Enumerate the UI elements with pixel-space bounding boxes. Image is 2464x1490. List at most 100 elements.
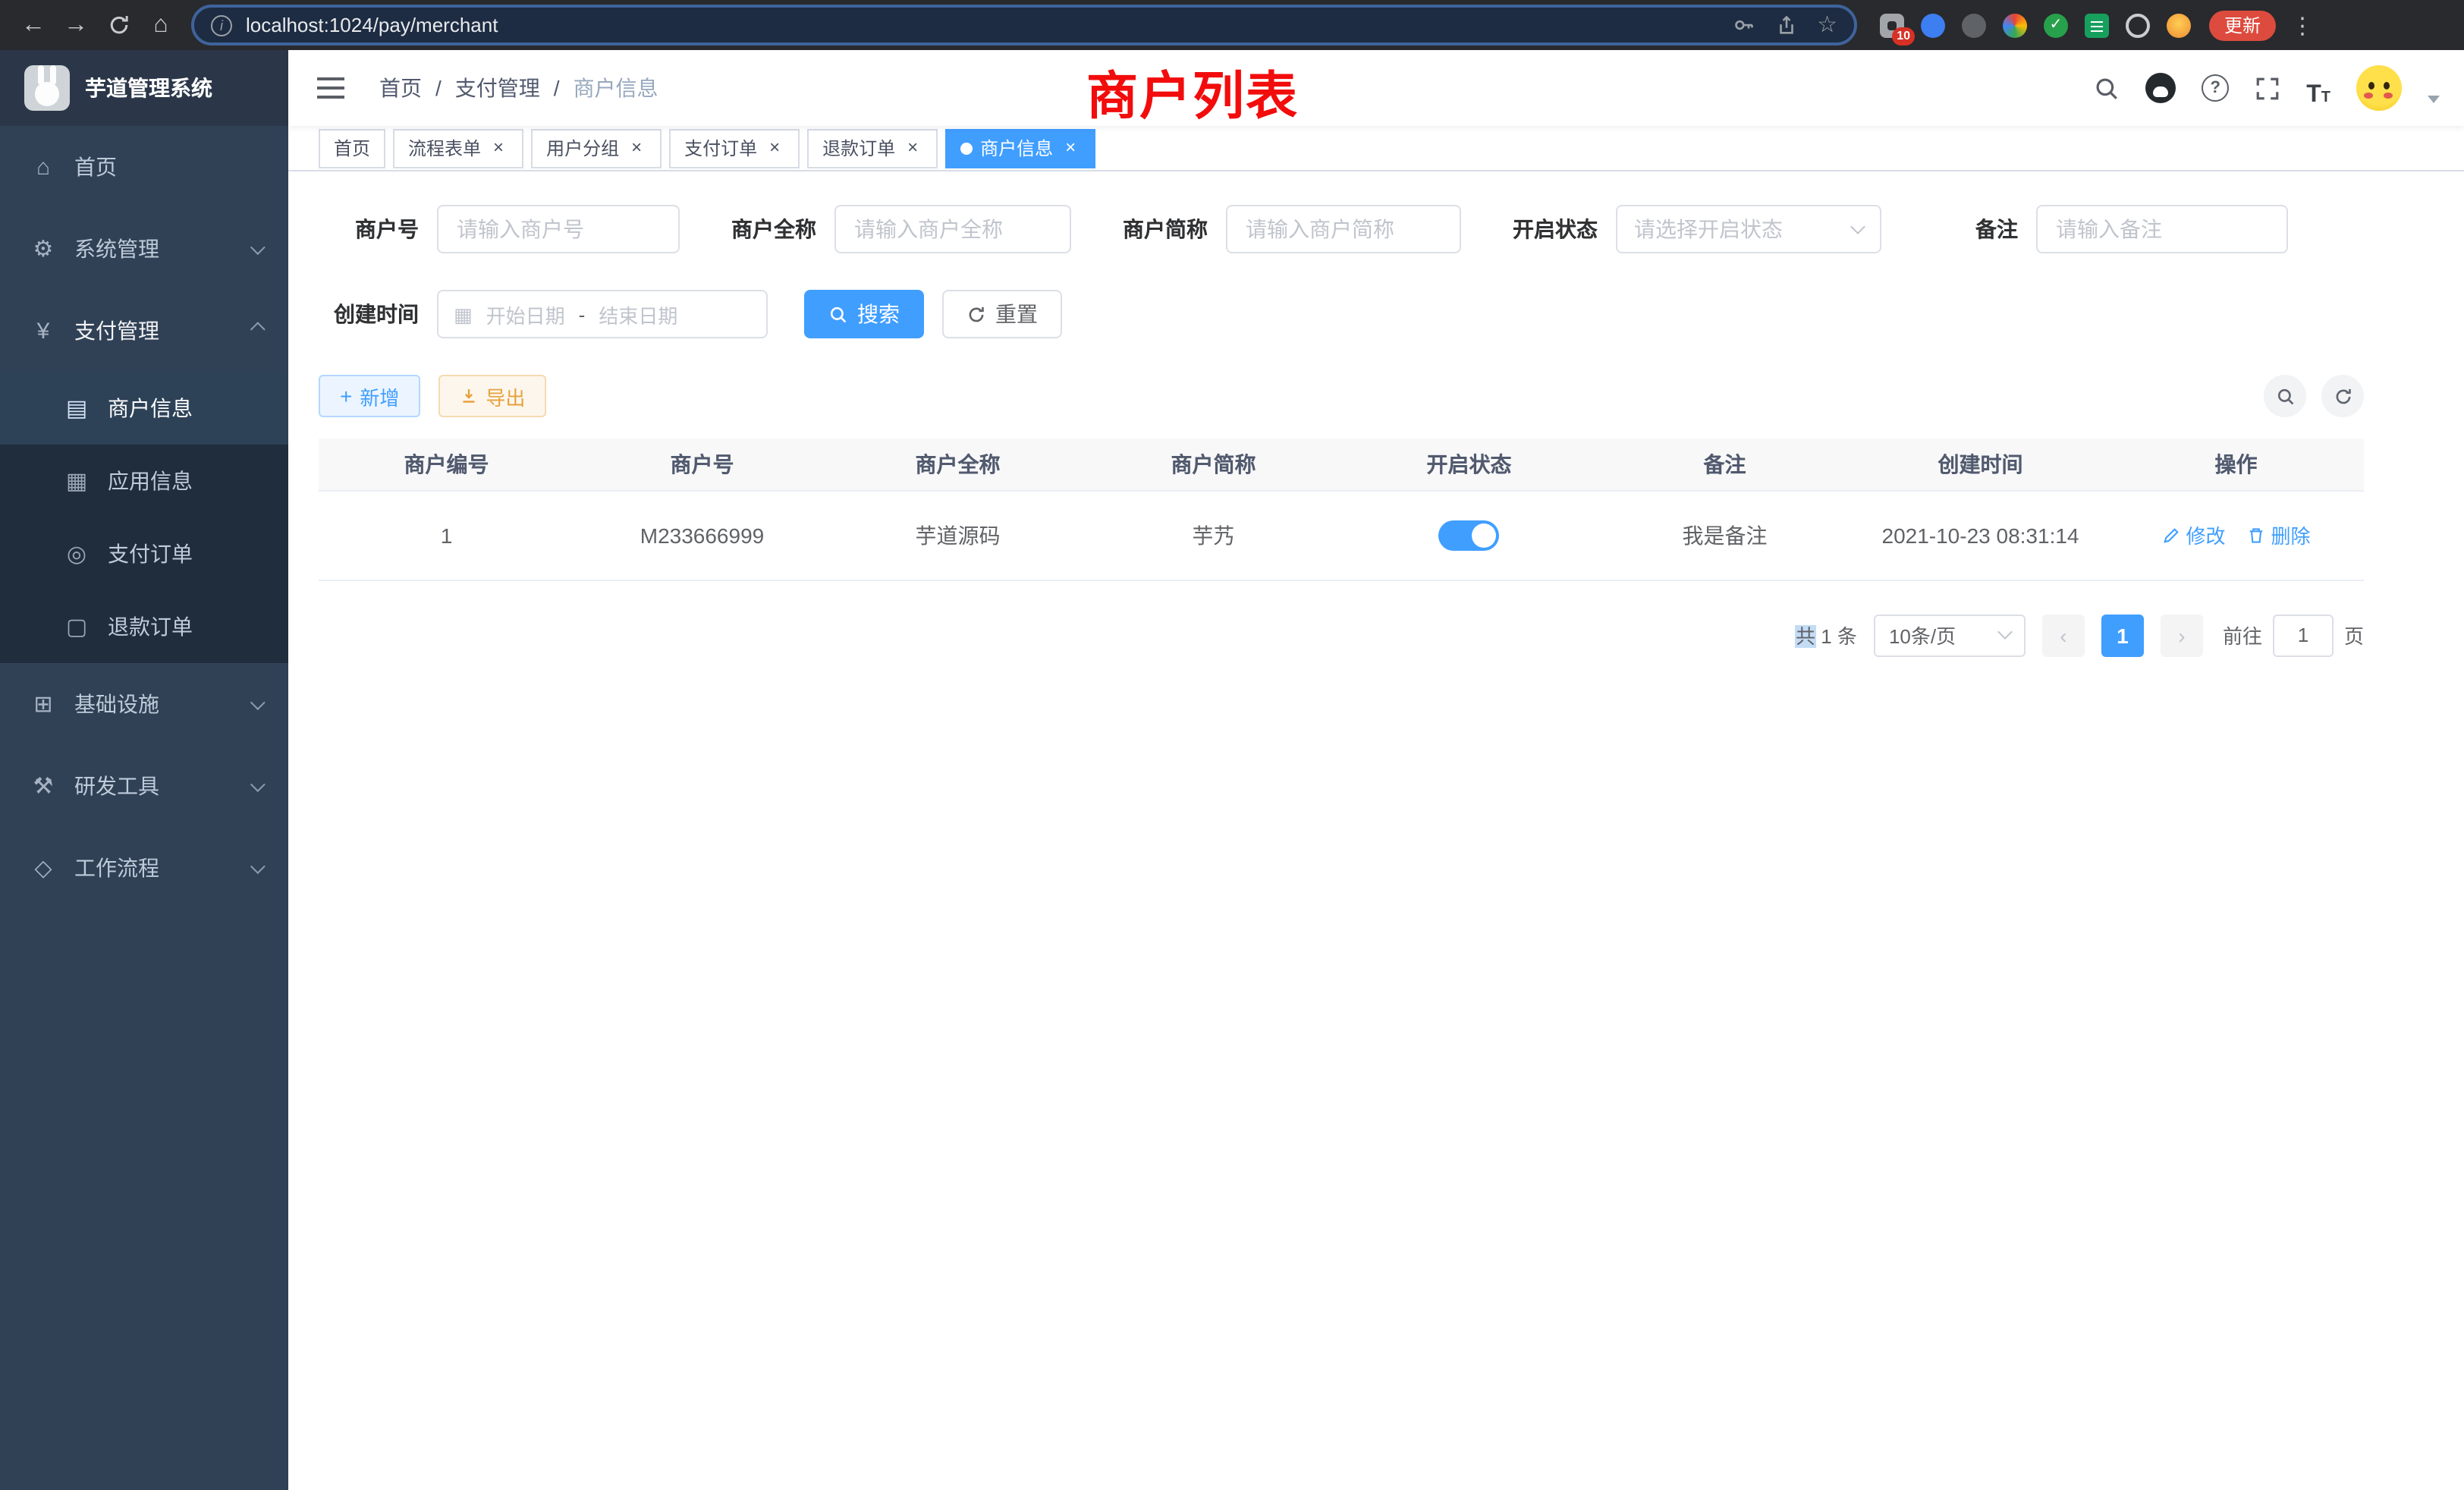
- sidebar-item-dev-tools[interactable]: ⚒ 研发工具: [0, 745, 288, 827]
- sidebar-item-refund-orders[interactable]: ▢ 退款订单: [0, 590, 288, 663]
- extension-knot-icon[interactable]: [2126, 13, 2150, 37]
- close-icon[interactable]: ×: [765, 138, 784, 158]
- reload-button[interactable]: [97, 4, 140, 46]
- app-logo[interactable]: 芋道管理系统: [0, 50, 288, 126]
- short-name-input[interactable]: [1226, 205, 1461, 253]
- prev-page-button[interactable]: ‹: [2042, 614, 2085, 656]
- grid-icon: ▦: [64, 467, 90, 495]
- status-select[interactable]: 请选择开启状态: [1616, 205, 1881, 253]
- page-size-select[interactable]: 10条/页: [1874, 614, 2026, 656]
- github-icon[interactable]: [2145, 68, 2176, 108]
- font-size-icon[interactable]: TT: [2306, 68, 2330, 108]
- tab-process-form[interactable]: 流程表单 ×: [393, 128, 523, 168]
- profile-avatar[interactable]: [2167, 13, 2191, 37]
- create-time-label: 创建时间: [319, 299, 419, 329]
- extension-gray-icon[interactable]: [1962, 13, 1986, 37]
- select-placeholder: 请选择开启状态: [1634, 214, 1783, 244]
- toggle-search-button[interactable]: [2264, 375, 2306, 417]
- update-button[interactable]: 更新: [2209, 10, 2276, 40]
- sidebar-item-label: 系统管理: [74, 234, 232, 264]
- app-frame: 芋道管理系统 ⌂ 首页 ⚙ 系统管理 ¥ 支付管理 ▤ 商户信息: [0, 50, 2464, 1490]
- gear-icon: ⚙: [30, 235, 56, 262]
- search-icon: [2275, 386, 2295, 406]
- close-icon[interactable]: ×: [903, 138, 922, 158]
- extension-colorful-icon[interactable]: [2003, 13, 2027, 37]
- goto-prefix: 前往: [2223, 621, 2262, 649]
- extension-sheets-icon[interactable]: [2085, 13, 2109, 37]
- start-date-placeholder: 开始日期: [486, 300, 565, 328]
- reload-icon: [107, 14, 130, 36]
- bookmark-star-icon[interactable]: ☆: [1817, 14, 1837, 36]
- sidebar-item-infrastructure[interactable]: ⊞ 基础设施: [0, 663, 288, 745]
- tab-refund-orders[interactable]: 退款订单 ×: [807, 128, 938, 168]
- breadcrumb-item-payment[interactable]: 支付管理: [455, 73, 540, 103]
- question-mark: ?: [2202, 74, 2229, 102]
- full-name-input[interactable]: [834, 205, 1071, 253]
- document-icon: ▢: [64, 613, 90, 640]
- sidebar-item-home[interactable]: ⌂ 首页: [0, 126, 288, 208]
- status-toggle[interactable]: [1439, 520, 1500, 550]
- tab-merchant-info[interactable]: 商户信息 ×: [945, 128, 1095, 168]
- sidebar-item-payment[interactable]: ¥ 支付管理: [0, 290, 288, 372]
- goto-page-input[interactable]: [2273, 614, 2334, 656]
- breadcrumb-item-current: 商户信息: [574, 73, 658, 103]
- col-short-name: 商户简称: [1086, 439, 1341, 490]
- search-icon[interactable]: [2094, 68, 2120, 108]
- merchant-no-input[interactable]: [437, 205, 680, 253]
- extension-blue-icon[interactable]: [1921, 13, 1945, 37]
- fullscreen-icon[interactable]: [2255, 68, 2280, 108]
- tab-label: 商户信息: [980, 135, 1053, 161]
- col-merchant-id: 商户编号: [319, 439, 574, 490]
- end-date-placeholder: 结束日期: [599, 300, 677, 328]
- refresh-icon: [2333, 386, 2352, 406]
- address-bar[interactable]: i localhost:1024/pay/merchant ☆: [191, 5, 1857, 46]
- annotation-title: 商户列表: [1086, 55, 1299, 129]
- tab-label: 用户分组: [546, 135, 619, 161]
- sidebar-item-system[interactable]: ⚙ 系统管理: [0, 208, 288, 290]
- full-name-label: 商户全称: [716, 214, 816, 244]
- sidebar-item-workflow[interactable]: ◇ 工作流程: [0, 827, 288, 909]
- sidebar-item-pay-orders[interactable]: ◎ 支付订单: [0, 517, 288, 590]
- pagination: 共 1 条 10条/页 ‹ 1 › 前往 页: [319, 614, 2364, 656]
- close-icon[interactable]: ×: [489, 138, 508, 158]
- breadcrumb-item-home[interactable]: 首页: [379, 73, 422, 103]
- site-info-icon[interactable]: i: [211, 14, 232, 36]
- delete-link[interactable]: 删除: [2247, 520, 2311, 549]
- tab-user-group[interactable]: 用户分组 ×: [531, 128, 662, 168]
- add-button[interactable]: + 新增: [319, 375, 420, 417]
- key-icon[interactable]: [1732, 14, 1755, 36]
- browser-menu-icon[interactable]: ⋮: [2291, 11, 2314, 39]
- tab-label: 流程表单: [408, 135, 481, 161]
- search-icon: [828, 304, 848, 324]
- extension-check-icon[interactable]: ✓: [2044, 13, 2068, 37]
- extensions-puzzle-icon[interactable]: 10: [1880, 13, 1904, 37]
- reset-button[interactable]: 重置: [942, 290, 1062, 338]
- calendar-icon: ▦: [454, 304, 473, 324]
- date-range-picker[interactable]: ▦ 开始日期 - 结束日期: [437, 290, 768, 338]
- sidebar-item-label: 工作流程: [74, 853, 232, 883]
- search-button[interactable]: 搜索: [804, 290, 924, 338]
- top-navbar: 首页 / 支付管理 / 商户信息 ? TT: [288, 50, 2464, 126]
- page-1-button[interactable]: 1: [2101, 614, 2144, 656]
- user-avatar[interactable]: [2356, 65, 2402, 111]
- home-button[interactable]: ⌂: [140, 4, 182, 46]
- remark-input[interactable]: [2036, 205, 2288, 253]
- sidebar-item-merchant-info[interactable]: ▤ 商户信息: [0, 372, 288, 445]
- share-icon[interactable]: [1774, 14, 1797, 36]
- edit-link[interactable]: 修改: [2161, 520, 2225, 549]
- tab-home[interactable]: 首页: [319, 128, 385, 168]
- help-icon[interactable]: ?: [2202, 68, 2229, 108]
- back-button[interactable]: ←: [12, 4, 55, 46]
- next-page-button[interactable]: ›: [2161, 614, 2203, 656]
- export-button[interactable]: 导出: [438, 375, 546, 417]
- close-icon[interactable]: ×: [1061, 138, 1080, 158]
- chevron-down-icon[interactable]: [2428, 95, 2440, 102]
- close-icon[interactable]: ×: [627, 138, 646, 158]
- tab-pay-orders[interactable]: 支付订单 ×: [669, 128, 800, 168]
- col-status: 开启状态: [1341, 439, 1597, 490]
- collapse-sidebar-button[interactable]: [306, 64, 355, 112]
- forward-button[interactable]: →: [55, 4, 97, 46]
- sidebar-item-app-info[interactable]: ▦ 应用信息: [0, 445, 288, 517]
- refresh-table-button[interactable]: [2321, 375, 2364, 417]
- filter-short-name: 商户简称: [1108, 205, 1461, 253]
